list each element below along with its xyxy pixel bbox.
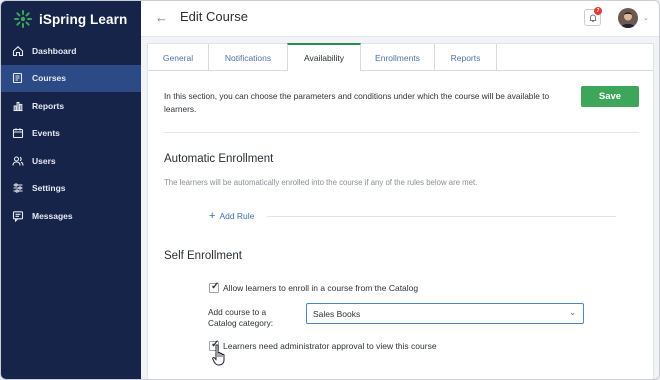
bar-chart-icon [13,101,23,111]
chevron-down-icon[interactable]: ⌄ [643,14,649,22]
sliders-icon [13,183,23,193]
sidebar-item-label: Settings [32,183,66,194]
automatic-enrollment-heading: Automatic Enrollment [164,153,274,165]
admin-approval-label: Learners need administrator approval to … [223,341,437,351]
tab-reports[interactable]: Reports [435,44,497,71]
tab-availability[interactable]: Availability [287,43,361,71]
sidebar-item-label: Messages [32,210,73,221]
save-button[interactable]: Save [581,86,639,107]
notification-badge: 7 [594,7,602,15]
sidebar-item-settings[interactable]: Settings [1,175,141,203]
self-enrollment-heading: Self Enrollment [164,250,242,262]
catalog-category-select[interactable]: Sales Books ⌄ [306,303,584,324]
add-rule-label: Add Rule [219,211,255,221]
back-arrow-icon[interactable]: ← [155,10,168,25]
checkmark-icon: ✓ [211,281,220,292]
logo[interactable]: iSpring Learn [1,1,141,37]
sidebar-item-messages[interactable]: Messages [1,202,141,230]
plus-icon: + [209,210,216,222]
home-icon [12,45,24,56]
top-header: ← Edit Course 7 ⌄ [141,1,659,37]
message-icon [12,210,24,222]
allow-catalog-checkbox[interactable]: ✓ [209,281,220,293]
page-title: Edit Course [180,9,248,24]
tab-notifications[interactable]: Notifications [209,44,288,71]
sidebar-item-label: Users [32,155,56,166]
rule-divider [267,216,616,217]
tab-enrollments[interactable]: Enrollments [361,44,435,71]
sidebar-item-label: Reports [32,100,65,111]
calendar-icon [12,128,24,139]
add-rule-button[interactable]: + Add Rule [209,210,254,222]
logo-text: iSpring Learn [39,11,128,27]
sidebar-item-reports[interactable]: Reports [1,92,141,120]
admin-approval-option[interactable]: ✓ Learners need administrator approval t… [209,339,437,351]
allow-catalog-label: Allow learners to enroll in a course fro… [223,283,419,293]
availability-description: In this section, you can choose the para… [164,91,550,114]
chevron-down-icon: ⌄ [569,308,576,317]
course-settings-card: General Notifications Availability Enrol… [147,43,654,379]
users-icon [12,156,24,166]
sidebar-item-label: Dashboard [32,45,77,56]
app-window: iSpring Learn Dashboard Courses Reports … [0,0,660,380]
sidebar-item-label: Courses [32,73,67,84]
tab-general[interactable]: General [148,44,209,71]
automatic-enrollment-description: The learners will be automatically enrol… [164,178,478,187]
tab-bar: General Notifications Availability Enrol… [148,43,653,71]
courses-icon [12,73,23,84]
catalog-category-label: Add course to a Catalog category: [208,307,274,328]
sidebar-item-users[interactable]: Users [1,147,141,175]
user-avatar-icon [618,8,638,28]
avatar[interactable] [618,8,638,28]
catalog-category-value: Sales Books [313,308,361,319]
sidebar-item-events[interactable]: Events [1,120,141,148]
sidebar-nav: Dashboard Courses Reports Events Users S… [1,37,141,230]
hand-cursor-icon [212,344,225,366]
sidebar-item-courses[interactable]: Courses [1,64,141,92]
ispring-logo-icon [14,10,32,28]
allow-catalog-option[interactable]: ✓ Allow learners to enroll in a course f… [209,281,419,293]
sidebar-item-dashboard[interactable]: Dashboard [1,37,141,65]
section-divider [164,132,639,133]
sidebar: iSpring Learn Dashboard Courses Reports … [1,1,141,379]
sidebar-item-label: Events [32,128,60,139]
